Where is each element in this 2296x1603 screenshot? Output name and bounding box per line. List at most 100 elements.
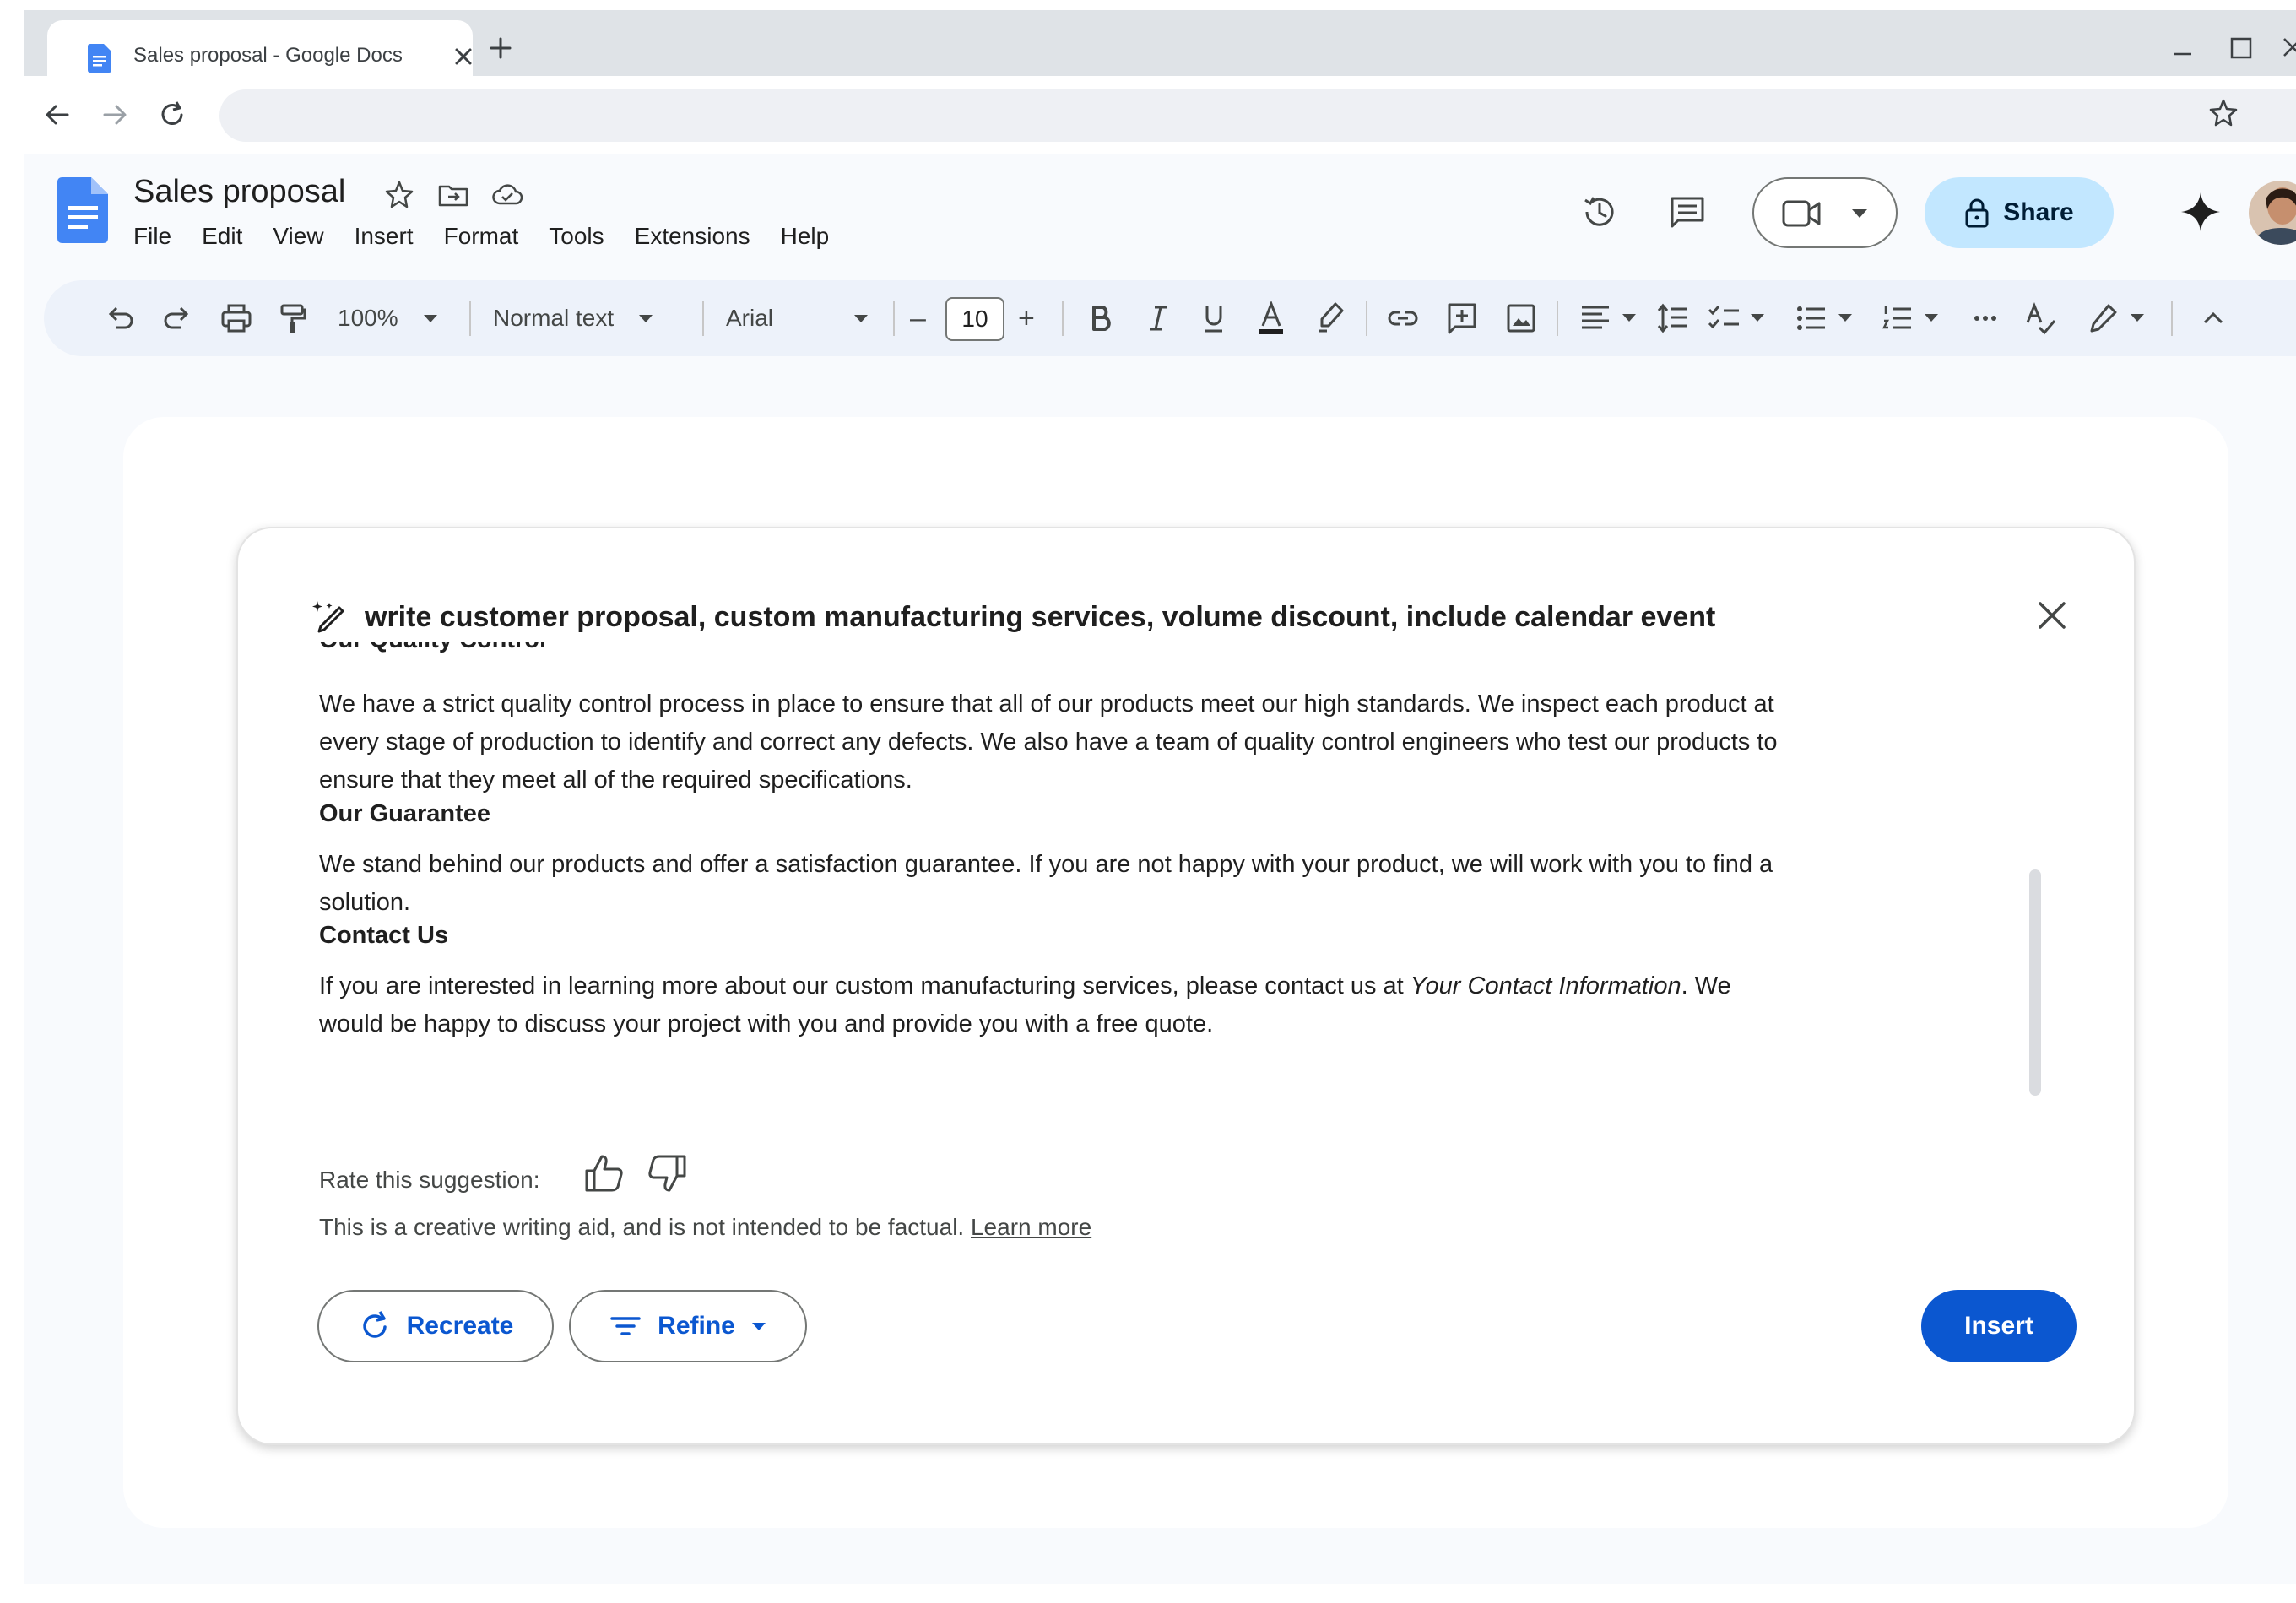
- chevron-down-icon: [1852, 209, 1867, 218]
- recreate-label: Recreate: [406, 1312, 514, 1340]
- chevron-up-icon[interactable]: [2198, 299, 2228, 338]
- browser-tab[interactable]: Sales proposal - Google Docs: [47, 20, 473, 76]
- refresh-icon: [362, 1311, 387, 1338]
- docs-logo-icon[interactable]: [57, 177, 108, 243]
- line-spacing-icon[interactable]: [1656, 299, 1690, 338]
- gemini-sparkle-icon[interactable]: [2180, 191, 2222, 233]
- minimize-icon[interactable]: [2166, 30, 2200, 64]
- font-select[interactable]: Arial: [726, 299, 869, 338]
- bold-icon[interactable]: [1087, 299, 1114, 338]
- zoom-select[interactable]: 100%: [338, 299, 439, 338]
- tab-strip: Sales proposal - Google Docs: [24, 10, 2296, 76]
- meet-button[interactable]: [1752, 177, 1898, 248]
- paragraph-quality-control: We have a strict quality control process…: [319, 690, 1778, 793]
- chevron-down-icon: [423, 315, 437, 322]
- refine-button[interactable]: Refine: [569, 1290, 807, 1362]
- help-me-write-panel: Our Quality Control We have a strict qua…: [236, 527, 2136, 1445]
- forward-icon[interactable]: [98, 98, 132, 132]
- menu-extensions[interactable]: Extensions: [620, 219, 766, 253]
- share-button[interactable]: Share: [1925, 177, 2114, 248]
- insert-button[interactable]: Insert: [1921, 1290, 2077, 1362]
- recreate-button[interactable]: Recreate: [317, 1290, 554, 1362]
- highlight-icon[interactable]: [1315, 299, 1346, 338]
- bookmark-star-icon[interactable]: [2207, 96, 2240, 130]
- docs-favicon-icon: [88, 44, 111, 73]
- suggestion-scroll-area[interactable]: Our Quality Control We have a strict qua…: [319, 642, 1788, 1232]
- toolbar-divider: [702, 301, 704, 336]
- history-icon[interactable]: [1578, 191, 1621, 233]
- menu-edit[interactable]: Edit: [187, 219, 257, 253]
- cloud-icon[interactable]: [490, 177, 525, 213]
- insert-label: Insert: [1964, 1312, 2033, 1340]
- font-value: Arial: [726, 305, 774, 331]
- redo-icon[interactable]: [162, 299, 192, 338]
- minus-symbol: –: [910, 301, 926, 334]
- thumbs-up-icon[interactable]: [582, 1151, 626, 1195]
- menu-help[interactable]: Help: [766, 219, 845, 253]
- underline-icon[interactable]: [1200, 299, 1227, 338]
- text-color-icon[interactable]: [1256, 299, 1286, 338]
- close-icon[interactable]: [451, 44, 476, 69]
- menu-format[interactable]: Format: [429, 219, 534, 253]
- spellcheck-icon[interactable]: [2024, 299, 2058, 338]
- paragraph-style-select[interactable]: Normal text: [493, 299, 654, 338]
- thumbs-down-icon[interactable]: [645, 1151, 689, 1195]
- increase-font-size-button[interactable]: +: [1018, 299, 1035, 338]
- align-icon[interactable]: [1578, 299, 1639, 338]
- close-icon[interactable]: [2033, 596, 2071, 635]
- reload-icon[interactable]: [155, 98, 189, 132]
- share-label: Share: [2003, 198, 2074, 226]
- toolbar-divider: [1062, 301, 1064, 336]
- add-comment-icon[interactable]: [1445, 299, 1479, 338]
- window-close-icon[interactable]: [2276, 30, 2296, 64]
- document-title[interactable]: Sales proposal: [133, 174, 345, 210]
- toolbar-divider: [469, 301, 471, 336]
- toolbar-divider: [1557, 301, 1558, 336]
- menu-file[interactable]: File: [133, 219, 187, 253]
- scrollbar[interactable]: [2029, 869, 2041, 1096]
- disclaimer-body: This is a creative writing aid, and is n…: [319, 1214, 965, 1240]
- maximize-icon[interactable]: [2223, 30, 2257, 64]
- bullet-list-icon[interactable]: [1795, 299, 1855, 338]
- address-bar[interactable]: [219, 89, 2296, 142]
- menu-view[interactable]: View: [257, 219, 338, 253]
- menu-tools[interactable]: Tools: [533, 219, 619, 253]
- toolbar-divider: [893, 301, 895, 336]
- paragraph-guarantee: We stand behind our products and offer a…: [319, 851, 1773, 916]
- toolbar-divider: [1366, 301, 1367, 336]
- chevron-down-icon: [751, 1323, 766, 1330]
- more-icon[interactable]: [1970, 299, 2001, 338]
- back-icon[interactable]: [41, 98, 74, 132]
- disclaimer-text: This is a creative writing aid, and is n…: [319, 1214, 1091, 1241]
- section-heading-quality-control: Our Quality Control: [319, 642, 546, 654]
- link-icon[interactable]: [1386, 299, 1420, 338]
- paint-format-icon[interactable]: [277, 299, 307, 338]
- rate-suggestion-label: Rate this suggestion:: [319, 1167, 540, 1193]
- chevron-down-icon: [639, 315, 653, 322]
- italic-icon[interactable]: [1145, 299, 1172, 338]
- contact-placeholder: Your Contact Information: [1410, 972, 1681, 999]
- learn-more-link[interactable]: Learn more: [971, 1214, 1091, 1240]
- section-heading-contact: Contact Us: [319, 922, 449, 949]
- video-icon: [1782, 200, 1821, 227]
- star-icon[interactable]: [382, 177, 417, 213]
- formatting-toolbar: 100% Normal text Arial – 10 +: [44, 280, 2296, 356]
- decrease-font-size-button[interactable]: –: [910, 299, 926, 338]
- docs-header: Sales proposal File Edit View Insert For…: [24, 154, 2296, 280]
- numbered-list-icon[interactable]: [1881, 299, 1941, 338]
- new-tab-icon[interactable]: [486, 34, 515, 62]
- undo-icon[interactable]: [105, 299, 135, 338]
- avatar[interactable]: [2249, 181, 2296, 245]
- checklist-icon[interactable]: [1707, 299, 1768, 338]
- toolbar-divider: [2171, 301, 2173, 336]
- image-icon[interactable]: [1504, 299, 1538, 338]
- menu-insert[interactable]: Insert: [339, 219, 429, 253]
- chevron-down-icon: [854, 315, 868, 322]
- browser-window: Sales proposal - Google Docs Sales propo…: [24, 10, 2296, 1584]
- font-size-input[interactable]: 10: [945, 297, 1004, 341]
- comment-icon[interactable]: [1666, 191, 1708, 233]
- print-icon[interactable]: [219, 299, 253, 338]
- pen-icon[interactable]: [2087, 299, 2147, 338]
- folder-move-icon[interactable]: [436, 177, 471, 213]
- prompt-text: write customer proposal, custom manufact…: [365, 601, 1716, 633]
